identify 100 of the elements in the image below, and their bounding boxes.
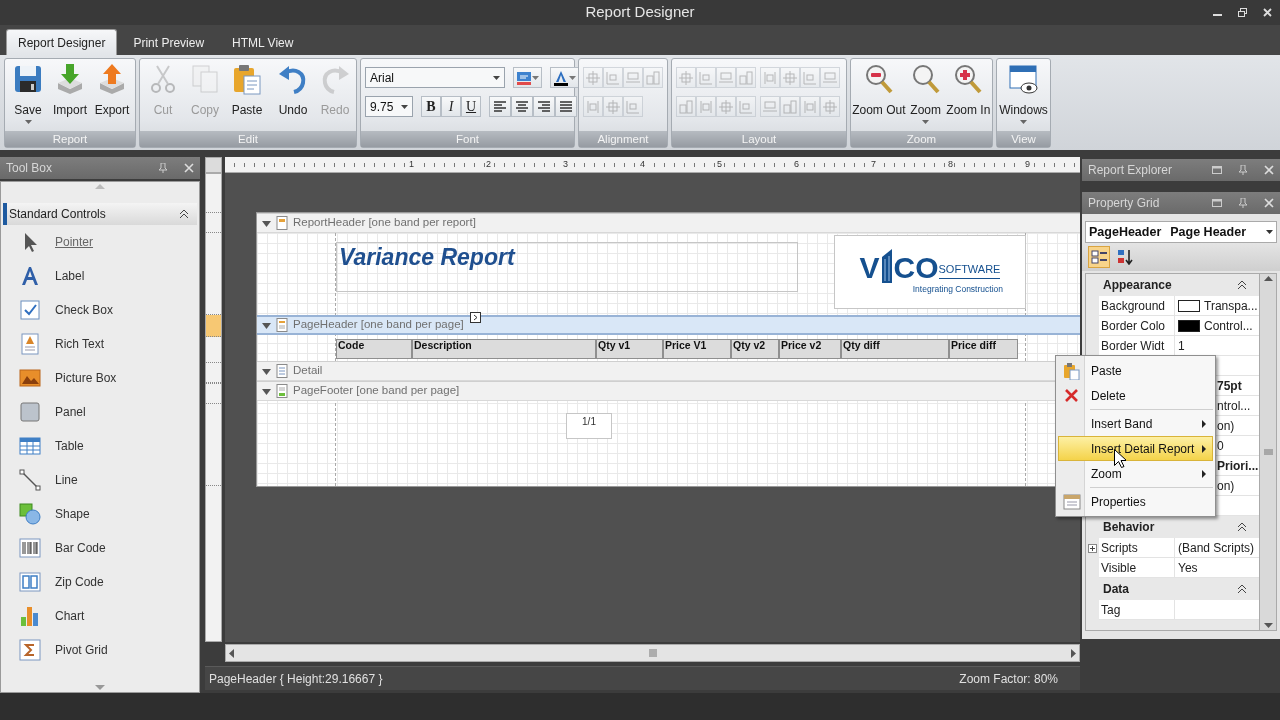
expand-plus-icon[interactable]	[1088, 543, 1097, 553]
window-title: Report Designer	[585, 2, 695, 23]
scroll-up-icon	[1263, 276, 1273, 281]
restore-icon[interactable]	[1238, 8, 1247, 17]
property-value[interactable]: Yes	[1178, 558, 1198, 577]
pin-icon[interactable]	[1238, 198, 1248, 208]
scroll-right-icon	[1071, 648, 1076, 658]
logo-word: SOFTWARE	[938, 261, 1001, 279]
ribbon-button[interactable]: Windows	[999, 62, 1048, 125]
ribbon-button[interactable]: Undo	[272, 62, 314, 125]
font-size-dropdown[interactable]: 9.75	[365, 96, 413, 117]
report-title[interactable]: Variance Report	[336, 242, 798, 292]
property-value[interactable]: Control...	[1204, 316, 1253, 335]
layout-icon	[718, 69, 734, 86]
property-value[interactable]: 1	[1178, 336, 1185, 355]
column-header[interactable]: Code	[336, 339, 412, 359]
category-header[interactable]: Standard Controls	[3, 203, 197, 225]
window-icon[interactable]	[1212, 198, 1222, 208]
toolbox-item[interactable]: Pointer	[3, 225, 197, 259]
category-header[interactable]: Behavior	[1086, 516, 1259, 538]
property-value: Priori...	[1217, 457, 1259, 475]
text-align-button[interactable]	[511, 96, 533, 117]
pin-icon[interactable]	[158, 163, 168, 173]
collapse-icon[interactable]	[1237, 584, 1247, 594]
text-align-button[interactable]	[489, 96, 511, 117]
scroll-grip-icon	[648, 649, 657, 657]
ribbon-button[interactable]: Zoom In	[946, 62, 990, 125]
toolbox-item[interactable]: Label	[3, 259, 197, 293]
line-icon	[19, 469, 41, 491]
column-header[interactable]: Qty diff	[841, 339, 949, 359]
font-color-button[interactable]	[550, 67, 579, 88]
ribbon-button[interactable]: Paste	[226, 62, 268, 125]
collapse-arrow-icon[interactable]	[262, 218, 271, 228]
menu-item[interactable]: Zoom	[1058, 461, 1213, 486]
close-icon[interactable]	[1263, 8, 1272, 17]
band-title: Detail	[293, 363, 323, 379]
ribbon-tab[interactable]: HTML View	[220, 29, 306, 55]
smart-tag-icon[interactable]	[469, 312, 481, 323]
column-header[interactable]: Description	[412, 339, 596, 359]
ribbon-button[interactable]: Export	[91, 62, 133, 125]
text-align-button[interactable]	[533, 96, 555, 117]
font-name-dropdown[interactable]: Arial	[365, 67, 505, 88]
toolbox-item[interactable]: Shape	[3, 497, 197, 531]
toolbox-item[interactable]: Chart	[3, 599, 197, 633]
collapse-arrow-icon[interactable]	[262, 366, 271, 376]
align-lines-icon	[514, 98, 530, 115]
band-header[interactable]: PageHeader [one band per page]	[257, 315, 1080, 335]
menu-item[interactable]: Properties	[1058, 489, 1213, 514]
toolbox-item[interactable]: Pivot Grid	[3, 633, 197, 667]
collapse-arrow-icon[interactable]	[262, 320, 271, 330]
category-header[interactable]: Data	[1086, 578, 1259, 600]
horizontal-scrollbar[interactable]	[225, 644, 1080, 662]
object-selector[interactable]: PageHeader Page Header	[1085, 221, 1277, 243]
view-mode-button[interactable]	[1088, 246, 1110, 268]
ribbon-tab[interactable]: Print Preview	[121, 29, 217, 55]
format-button[interactable]: B	[421, 96, 441, 117]
close-icon[interactable]	[184, 163, 194, 173]
ribbon-tab[interactable]: Report Designer	[6, 29, 118, 55]
collapse-arrow-icon[interactable]	[262, 386, 271, 396]
column-header[interactable]: Price diff	[949, 339, 1018, 359]
property-name: Background	[1101, 297, 1166, 315]
pin-icon[interactable]	[1238, 165, 1248, 175]
window-icon[interactable]	[1212, 165, 1222, 175]
group-label: Alignment	[579, 131, 667, 147]
toolbox-item[interactable]: Line	[3, 463, 197, 497]
ribbon-button[interactable]: Save	[7, 62, 49, 125]
format-button[interactable]: U	[461, 96, 481, 117]
toolbox-item[interactable]: Picture Box	[3, 361, 197, 395]
toolbox-item[interactable]: Bar Code	[3, 531, 197, 565]
toolbox-item[interactable]: Zip Code	[3, 565, 197, 599]
logo-letter: CO	[893, 252, 939, 283]
column-header[interactable]: Price v2	[779, 339, 841, 359]
close-icon[interactable]	[1264, 198, 1274, 208]
close-icon[interactable]	[1264, 165, 1274, 175]
menu-item[interactable]: Insert Band	[1058, 411, 1213, 436]
vertical-scrollbar[interactable]	[1259, 274, 1276, 630]
property-value[interactable]: (Band Scripts)	[1178, 538, 1255, 557]
highlight-color-button[interactable]	[513, 67, 542, 88]
band-header[interactable]: ReportHeader [one band per report]	[257, 213, 1080, 233]
collapse-icon[interactable]	[1237, 280, 1247, 290]
category-header[interactable]: Appearance	[1086, 274, 1259, 296]
collapse-icon[interactable]	[1237, 522, 1247, 532]
property-value[interactable]: Transpa...	[1204, 296, 1258, 315]
scroll-down-icon	[95, 685, 105, 690]
toolbox-item[interactable]: Rich Text	[3, 327, 197, 361]
ribbon-button[interactable]: Zoom Out	[853, 62, 905, 125]
menu-item[interactable]: Insert Detail Report	[1058, 436, 1213, 461]
toolbox-item[interactable]: Check Box	[3, 293, 197, 327]
property-name: Tag	[1101, 601, 1121, 619]
ruler-corner[interactable]	[205, 157, 222, 173]
column-header[interactable]: Qty v2	[731, 339, 779, 359]
format-button[interactable]: I	[441, 96, 461, 117]
categorized-icon	[1090, 249, 1108, 265]
page-number-field[interactable]: 1/1	[566, 413, 612, 439]
ribbon-button[interactable]: Import	[49, 62, 91, 125]
column-header[interactable]: Qty v1	[596, 339, 663, 359]
text-align-button[interactable]	[555, 96, 577, 117]
column-header[interactable]: Price V1	[663, 339, 731, 359]
toolbox-item[interactable]: Table	[3, 429, 197, 463]
toolbox-item[interactable]: Panel	[3, 395, 197, 429]
